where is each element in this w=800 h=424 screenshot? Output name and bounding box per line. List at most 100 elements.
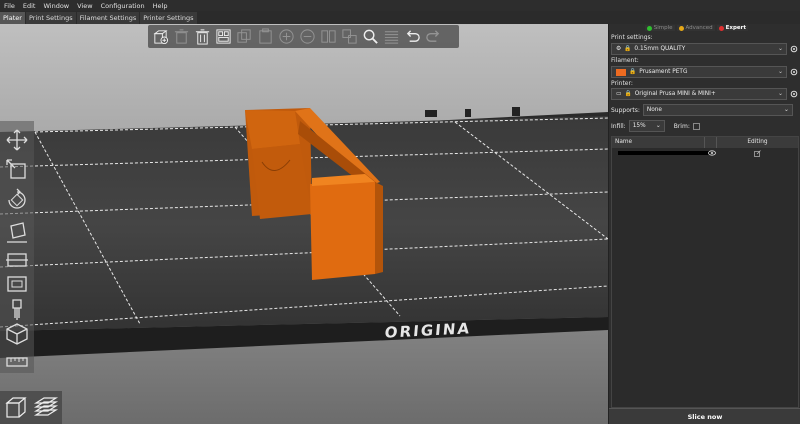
paste-button[interactable] <box>256 27 275 46</box>
arrange-icon <box>216 29 231 44</box>
instance-remove-button[interactable] <box>298 27 317 46</box>
printer-icon: ▭ <box>616 91 622 97</box>
infill-label: Infill: <box>611 122 626 130</box>
supports-value: None <box>646 107 662 113</box>
paint-supports-icon <box>12 299 22 320</box>
menu-help[interactable]: Help <box>149 2 172 10</box>
mode-expert-dot <box>718 25 724 31</box>
arrange-button[interactable] <box>214 27 233 46</box>
view-preview-button[interactable] <box>32 393 60 422</box>
search-button[interactable] <box>361 27 380 46</box>
paint-supports-button[interactable] <box>4 297 30 323</box>
delete-icon <box>174 29 189 44</box>
supports-label: Supports: <box>611 106 640 114</box>
extruder-column-header[interactable] <box>705 137 717 148</box>
view-3d-button[interactable] <box>2 393 30 422</box>
undo-icon <box>406 30 420 42</box>
split-objects-button[interactable] <box>319 27 338 46</box>
scale-icon <box>6 159 26 179</box>
printer-value: Original Prusa MINI & MINI+ <box>634 91 716 97</box>
tab-bar: Plater Print Settings Filament Settings … <box>0 12 198 24</box>
infill-combo[interactable]: 15% ⌄ <box>628 120 665 132</box>
mode-simple[interactable]: Simple <box>644 25 675 31</box>
mode-simple-label: Simple <box>653 25 673 31</box>
redo-icon <box>426 30 440 42</box>
supports-row: Supports: None ⌄ <box>611 104 793 116</box>
name-column-header[interactable]: Name <box>612 137 705 148</box>
infill-value: 15% <box>632 123 646 129</box>
eye-icon[interactable] <box>708 150 716 156</box>
chevron-down-icon: ⌄ <box>777 45 783 52</box>
rotate-button[interactable] <box>4 187 30 213</box>
add-icon <box>153 30 169 45</box>
printer-combo[interactable]: ▭ 🔒 Original Prusa MINI & MINI+ ⌄ <box>611 88 787 100</box>
print-settings-gear-icon[interactable] <box>790 45 798 53</box>
3d-viewport[interactable]: ORIGINA <box>0 24 608 424</box>
lock-icon: 🔒 <box>624 46 632 52</box>
split-parts-button[interactable] <box>340 27 359 46</box>
delete-all-button[interactable] <box>193 27 212 46</box>
layer-editing-button[interactable] <box>382 27 401 46</box>
print-settings-combo[interactable]: ⚙ 🔒 0.15mm QUALITY ⌄ <box>611 43 787 55</box>
infill-row: Infill: 15% ⌄ Brim: <box>611 120 700 132</box>
delete-button[interactable] <box>172 27 191 46</box>
mode-advanced-label: Advanced <box>685 25 713 31</box>
bed-logo-text: ORIGINA <box>384 319 472 341</box>
cut-button[interactable] <box>4 247 30 273</box>
lock-icon: 🔒 <box>629 69 637 75</box>
copy-button[interactable] <box>235 27 254 46</box>
tab-plater[interactable]: Plater <box>0 12 25 24</box>
mode-advanced[interactable]: Advanced <box>676 25 715 31</box>
scale-button[interactable] <box>4 157 30 183</box>
cut-icon <box>6 253 28 267</box>
edit-icon[interactable] <box>754 150 761 157</box>
menu-configuration[interactable]: Configuration <box>97 2 149 10</box>
undo-button[interactable] <box>403 27 422 46</box>
filament-gear-icon[interactable] <box>790 68 798 76</box>
seam-painting-button[interactable] <box>4 321 30 347</box>
filament-label: Filament: <box>611 57 639 64</box>
chevron-down-icon: ⌄ <box>784 107 789 113</box>
hollow-button[interactable] <box>4 271 30 297</box>
mode-expert[interactable]: Expert <box>716 25 748 31</box>
measure-button[interactable] <box>4 349 30 375</box>
lock-icon: 🔒 <box>624 91 632 97</box>
mode-selector: Simple Advanced Expert <box>644 25 748 31</box>
brim-checkbox[interactable] <box>692 122 700 130</box>
list-item[interactable] <box>612 148 798 158</box>
tab-filament-settings[interactable]: Filament Settings <box>76 12 140 24</box>
menu-file[interactable]: File <box>0 2 19 10</box>
chevron-down-icon: ⌄ <box>777 68 783 75</box>
chevron-down-icon: ⌄ <box>777 90 783 97</box>
redo-button[interactable] <box>424 27 443 46</box>
place-on-face-button[interactable] <box>4 219 30 245</box>
slice-now-button[interactable]: Slice now <box>609 408 800 424</box>
instance-add-button[interactable] <box>277 27 296 46</box>
hollow-icon <box>7 276 27 292</box>
object-list-header: Name Editing <box>612 137 798 148</box>
left-toolbar <box>0 121 34 373</box>
mode-advanced-dot <box>678 25 684 31</box>
split-parts-icon <box>342 29 357 44</box>
menu-edit[interactable]: Edit <box>19 2 40 10</box>
plater-scene: ORIGINA <box>0 107 608 358</box>
split-objects-icon <box>321 30 336 43</box>
print-profile-icon: ⚙ <box>616 46 622 52</box>
tab-print-settings[interactable]: Print Settings <box>25 12 76 24</box>
place-on-face-icon <box>7 222 27 243</box>
mode-simple-dot <box>646 25 652 31</box>
bed-back-clip-left <box>425 110 437 117</box>
supports-combo[interactable]: None ⌄ <box>642 104 793 116</box>
editing-column-header[interactable]: Editing <box>717 137 798 148</box>
menu-window[interactable]: Window <box>39 2 73 10</box>
mode-expert-label: Expert <box>725 25 746 31</box>
printer-gear-icon[interactable] <box>790 90 798 98</box>
menu-view[interactable]: View <box>73 2 96 10</box>
add-button[interactable] <box>151 27 170 46</box>
filament-combo[interactable]: 🔒 Prusament PETG ⌄ <box>611 66 787 78</box>
top-toolbar <box>148 25 459 48</box>
move-button[interactable] <box>4 127 30 153</box>
tab-printer-settings[interactable]: Printer Settings <box>140 12 197 24</box>
object-list: Name Editing <box>611 136 799 408</box>
bed-back-clip-mid <box>465 109 471 117</box>
